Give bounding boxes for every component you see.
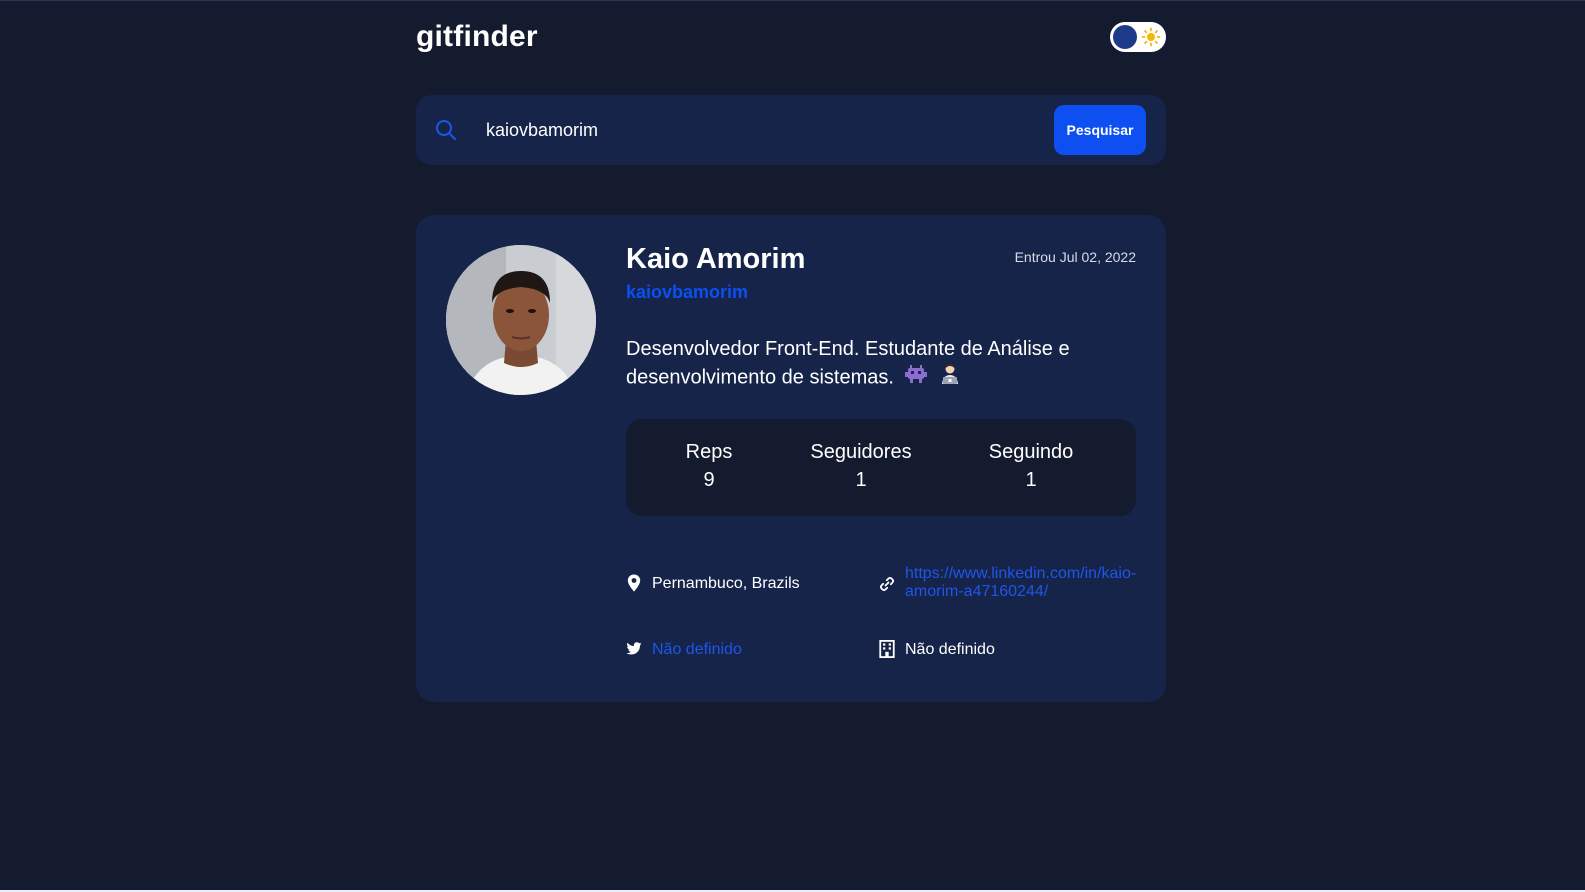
user-login[interactable]: kaiovbamorim [626, 282, 748, 303]
user-name: Kaio Amorim [626, 243, 806, 275]
search-input[interactable] [486, 115, 1026, 145]
info-twitter: Não definido [626, 638, 866, 662]
info-company: Não definido [879, 638, 1119, 662]
join-date: Entrou Jul 02, 2022 [1014, 249, 1136, 265]
bio-text: Desenvolvedor Front-End. Estudante de An… [626, 338, 1070, 389]
toggle-knob [1113, 25, 1137, 49]
stat-following: Seguindo 1 [976, 441, 1086, 492]
stat-followers: Seguidores 1 [796, 441, 926, 492]
stat-repos: Reps 9 [664, 441, 754, 492]
company-text: Não definido [905, 641, 995, 658]
search-bar: Pesquisar [416, 95, 1166, 165]
building-icon [879, 640, 895, 658]
app-logo: gitfinder [416, 20, 538, 53]
header: gitfinder [416, 18, 1166, 58]
location-pin-icon [627, 574, 641, 592]
stats-box: Reps 9 Seguidores 1 Seguindo 1 [626, 419, 1136, 516]
stat-following-value: 1 [1025, 469, 1037, 491]
search-icon [436, 120, 456, 140]
alien-monster-icon [905, 364, 928, 392]
sun-icon [1141, 27, 1161, 47]
top-border [0, 0, 1585, 1]
theme-toggle[interactable] [1110, 22, 1166, 52]
stat-followers-label: Seguidores [810, 441, 912, 463]
link-icon [879, 576, 895, 592]
stat-repos-label: Reps [685, 441, 733, 463]
avatar [446, 245, 596, 395]
avatar-image [446, 245, 596, 395]
info-location: Pernambuco, Brazils [626, 572, 866, 596]
info-website: https://www.linkedin.com/in/kaio-amorim-… [879, 565, 1139, 605]
stat-following-label: Seguindo [988, 441, 1074, 463]
stat-followers-value: 1 [855, 469, 867, 491]
stat-repos-value: 9 [703, 469, 715, 491]
twitter-icon [626, 642, 642, 655]
user-bio: Desenvolvedor Front-End. Estudante de An… [626, 335, 1126, 393]
profile-card: Kaio Amorim kaiovbamorim Entrou Jul 02, … [416, 215, 1166, 702]
search-button[interactable]: Pesquisar [1054, 105, 1146, 155]
technologist-icon [939, 363, 961, 393]
location-text: Pernambuco, Brazils [652, 575, 800, 592]
twitter-link[interactable]: Não definido [652, 641, 742, 659]
website-link[interactable]: https://www.linkedin.com/in/kaio-amorim-… [905, 565, 1145, 601]
